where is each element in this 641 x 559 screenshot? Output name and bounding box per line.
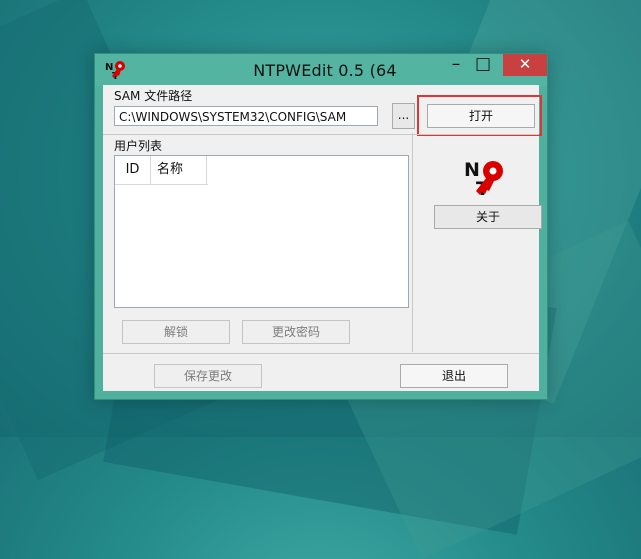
red-key-logo-icon: N T <box>105 61 125 80</box>
sam-path-label: SAM 文件路径 <box>114 89 193 103</box>
user-list-view[interactable]: ID 名称 <box>114 155 409 308</box>
unlock-button[interactable]: 解锁 <box>122 320 230 344</box>
exit-button[interactable]: 退出 <box>400 364 508 388</box>
browse-button[interactable]: ... <box>392 103 415 129</box>
user-list-header: ID 名称 <box>115 156 208 185</box>
close-button[interactable]: ✕ <box>503 54 547 76</box>
red-key-logo-icon: N T <box>464 159 503 200</box>
open-button[interactable]: 打开 <box>427 104 535 128</box>
column-header-name[interactable]: 名称 <box>151 156 207 184</box>
bottom-divider <box>103 353 539 354</box>
save-changes-button[interactable]: 保存更改 <box>154 364 262 388</box>
column-header-id[interactable]: ID <box>115 156 151 184</box>
top-divider <box>103 134 539 135</box>
about-button[interactable]: 关于 <box>434 205 542 229</box>
minimize-button[interactable]: – <box>442 54 470 76</box>
window-client-area: SAM 文件路径 C:\WINDOWS\SYSTEM32\CONFIG\SAM … <box>103 85 542 391</box>
user-list-label: 用户列表 <box>114 139 163 153</box>
sam-path-input[interactable]: C:\WINDOWS\SYSTEM32\CONFIG\SAM <box>114 106 378 126</box>
change-password-button[interactable]: 更改密码 <box>242 320 350 344</box>
maximize-button[interactable]: □ <box>469 54 497 76</box>
side-divider <box>412 133 413 352</box>
ntpwedit-window: N T NTPWEdit 0.5 (64位) – □ ✕ SAM 文件路径 C:… <box>94 53 548 400</box>
window-titlebar[interactable]: N T NTPWEdit 0.5 (64位) – □ ✕ <box>95 54 547 103</box>
